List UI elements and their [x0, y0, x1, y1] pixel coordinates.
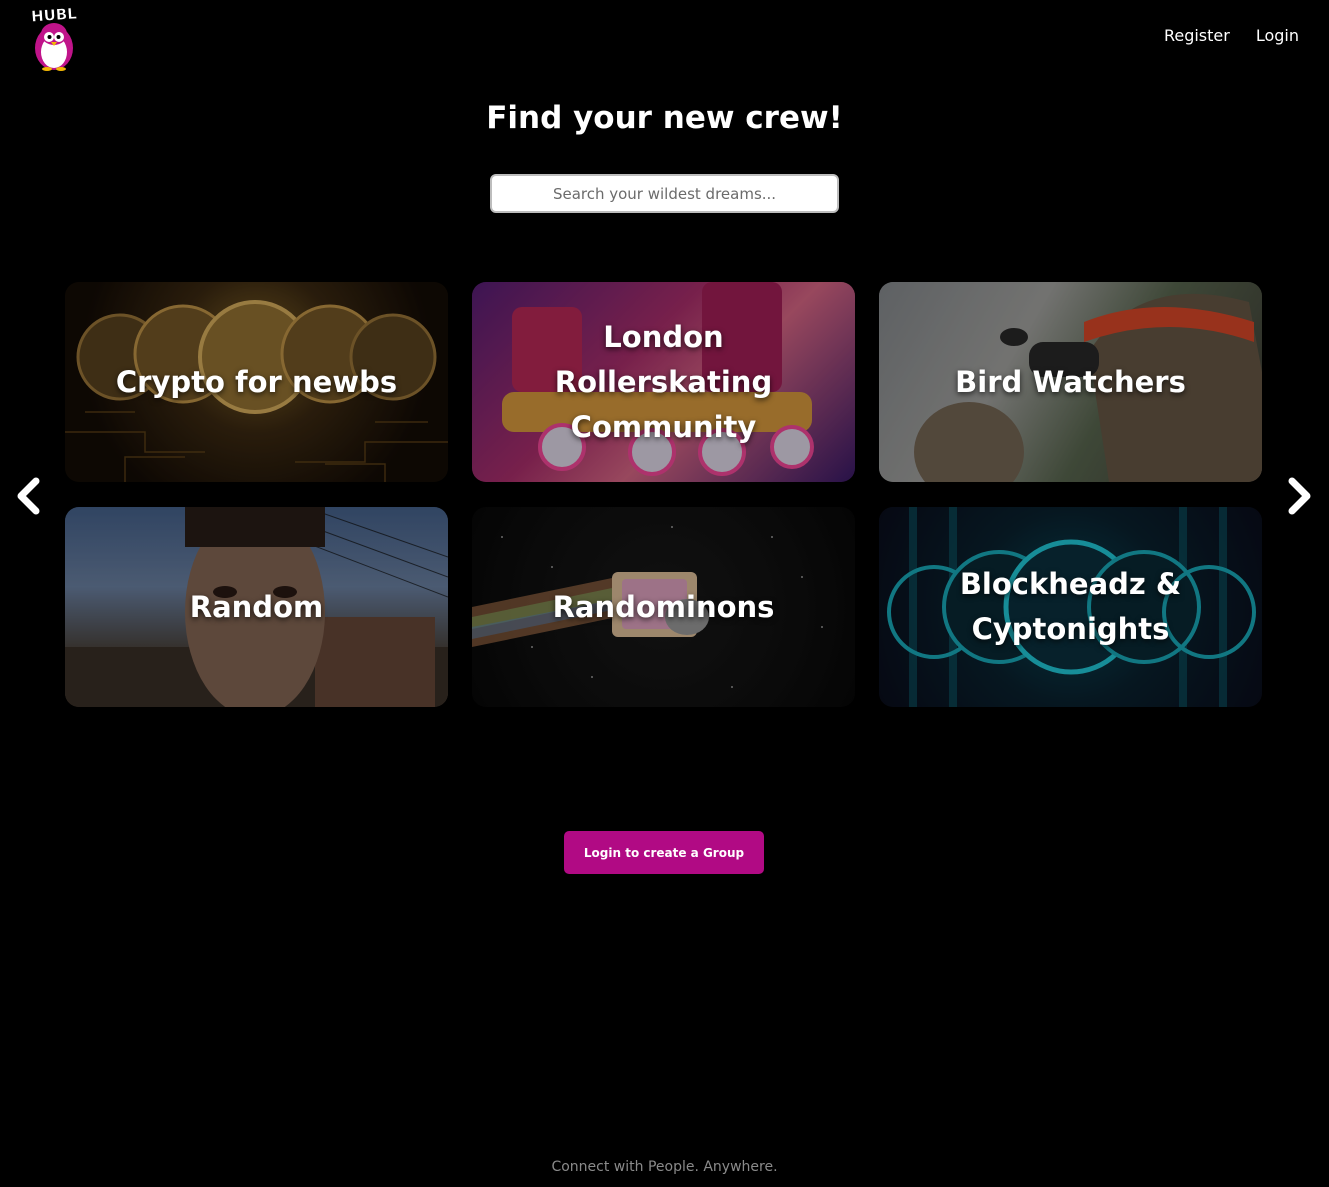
- group-card-title: Bird Watchers: [955, 364, 1186, 399]
- footer-tagline: Connect with People. Anywhere.: [551, 1159, 778, 1175]
- group-card-title: London Rollerskating Community: [554, 319, 773, 444]
- group-card-title: Crypto for newbs: [115, 364, 398, 399]
- svg-text:HUBL: HUBL: [30, 4, 77, 25]
- page: HUBL Register Login Find your new crew!: [0, 0, 1329, 1187]
- group-card-blockheadz[interactable]: Blockheadz & Cyptonights: [879, 507, 1262, 707]
- chevron-left-icon: [17, 477, 40, 515]
- login-to-create-group-button[interactable]: Login to create a Group: [564, 831, 764, 874]
- group-card-title: Blockheadz & Cyptonights: [959, 567, 1182, 646]
- group-grid: Crypto for newbs London Rollerskating Co…: [65, 282, 1262, 707]
- chevron-right-icon: [1288, 477, 1311, 515]
- group-card-crypto-for-newbs[interactable]: Crypto for newbs: [65, 282, 448, 482]
- penguin-logo-icon: HUBL: [30, 4, 78, 71]
- search-container: [490, 174, 839, 213]
- register-link[interactable]: Register: [1164, 26, 1230, 45]
- carousel-prev-button[interactable]: [8, 474, 48, 518]
- top-nav: Register Login: [1164, 26, 1299, 45]
- search-input[interactable]: [490, 174, 839, 213]
- hubl-logo[interactable]: HUBL: [18, 4, 90, 72]
- group-card-title: Random: [189, 589, 324, 624]
- group-card-title: Randominons: [552, 589, 775, 624]
- group-card-random[interactable]: Random: [65, 507, 448, 707]
- group-card-london-rollerskating[interactable]: London Rollerskating Community: [472, 282, 855, 482]
- carousel-next-button[interactable]: [1280, 474, 1320, 518]
- group-card-bird-watchers[interactable]: Bird Watchers: [879, 282, 1262, 482]
- login-link[interactable]: Login: [1256, 26, 1299, 45]
- group-card-randominons[interactable]: Randominons: [472, 507, 855, 707]
- page-title: Find your new crew!: [486, 100, 843, 136]
